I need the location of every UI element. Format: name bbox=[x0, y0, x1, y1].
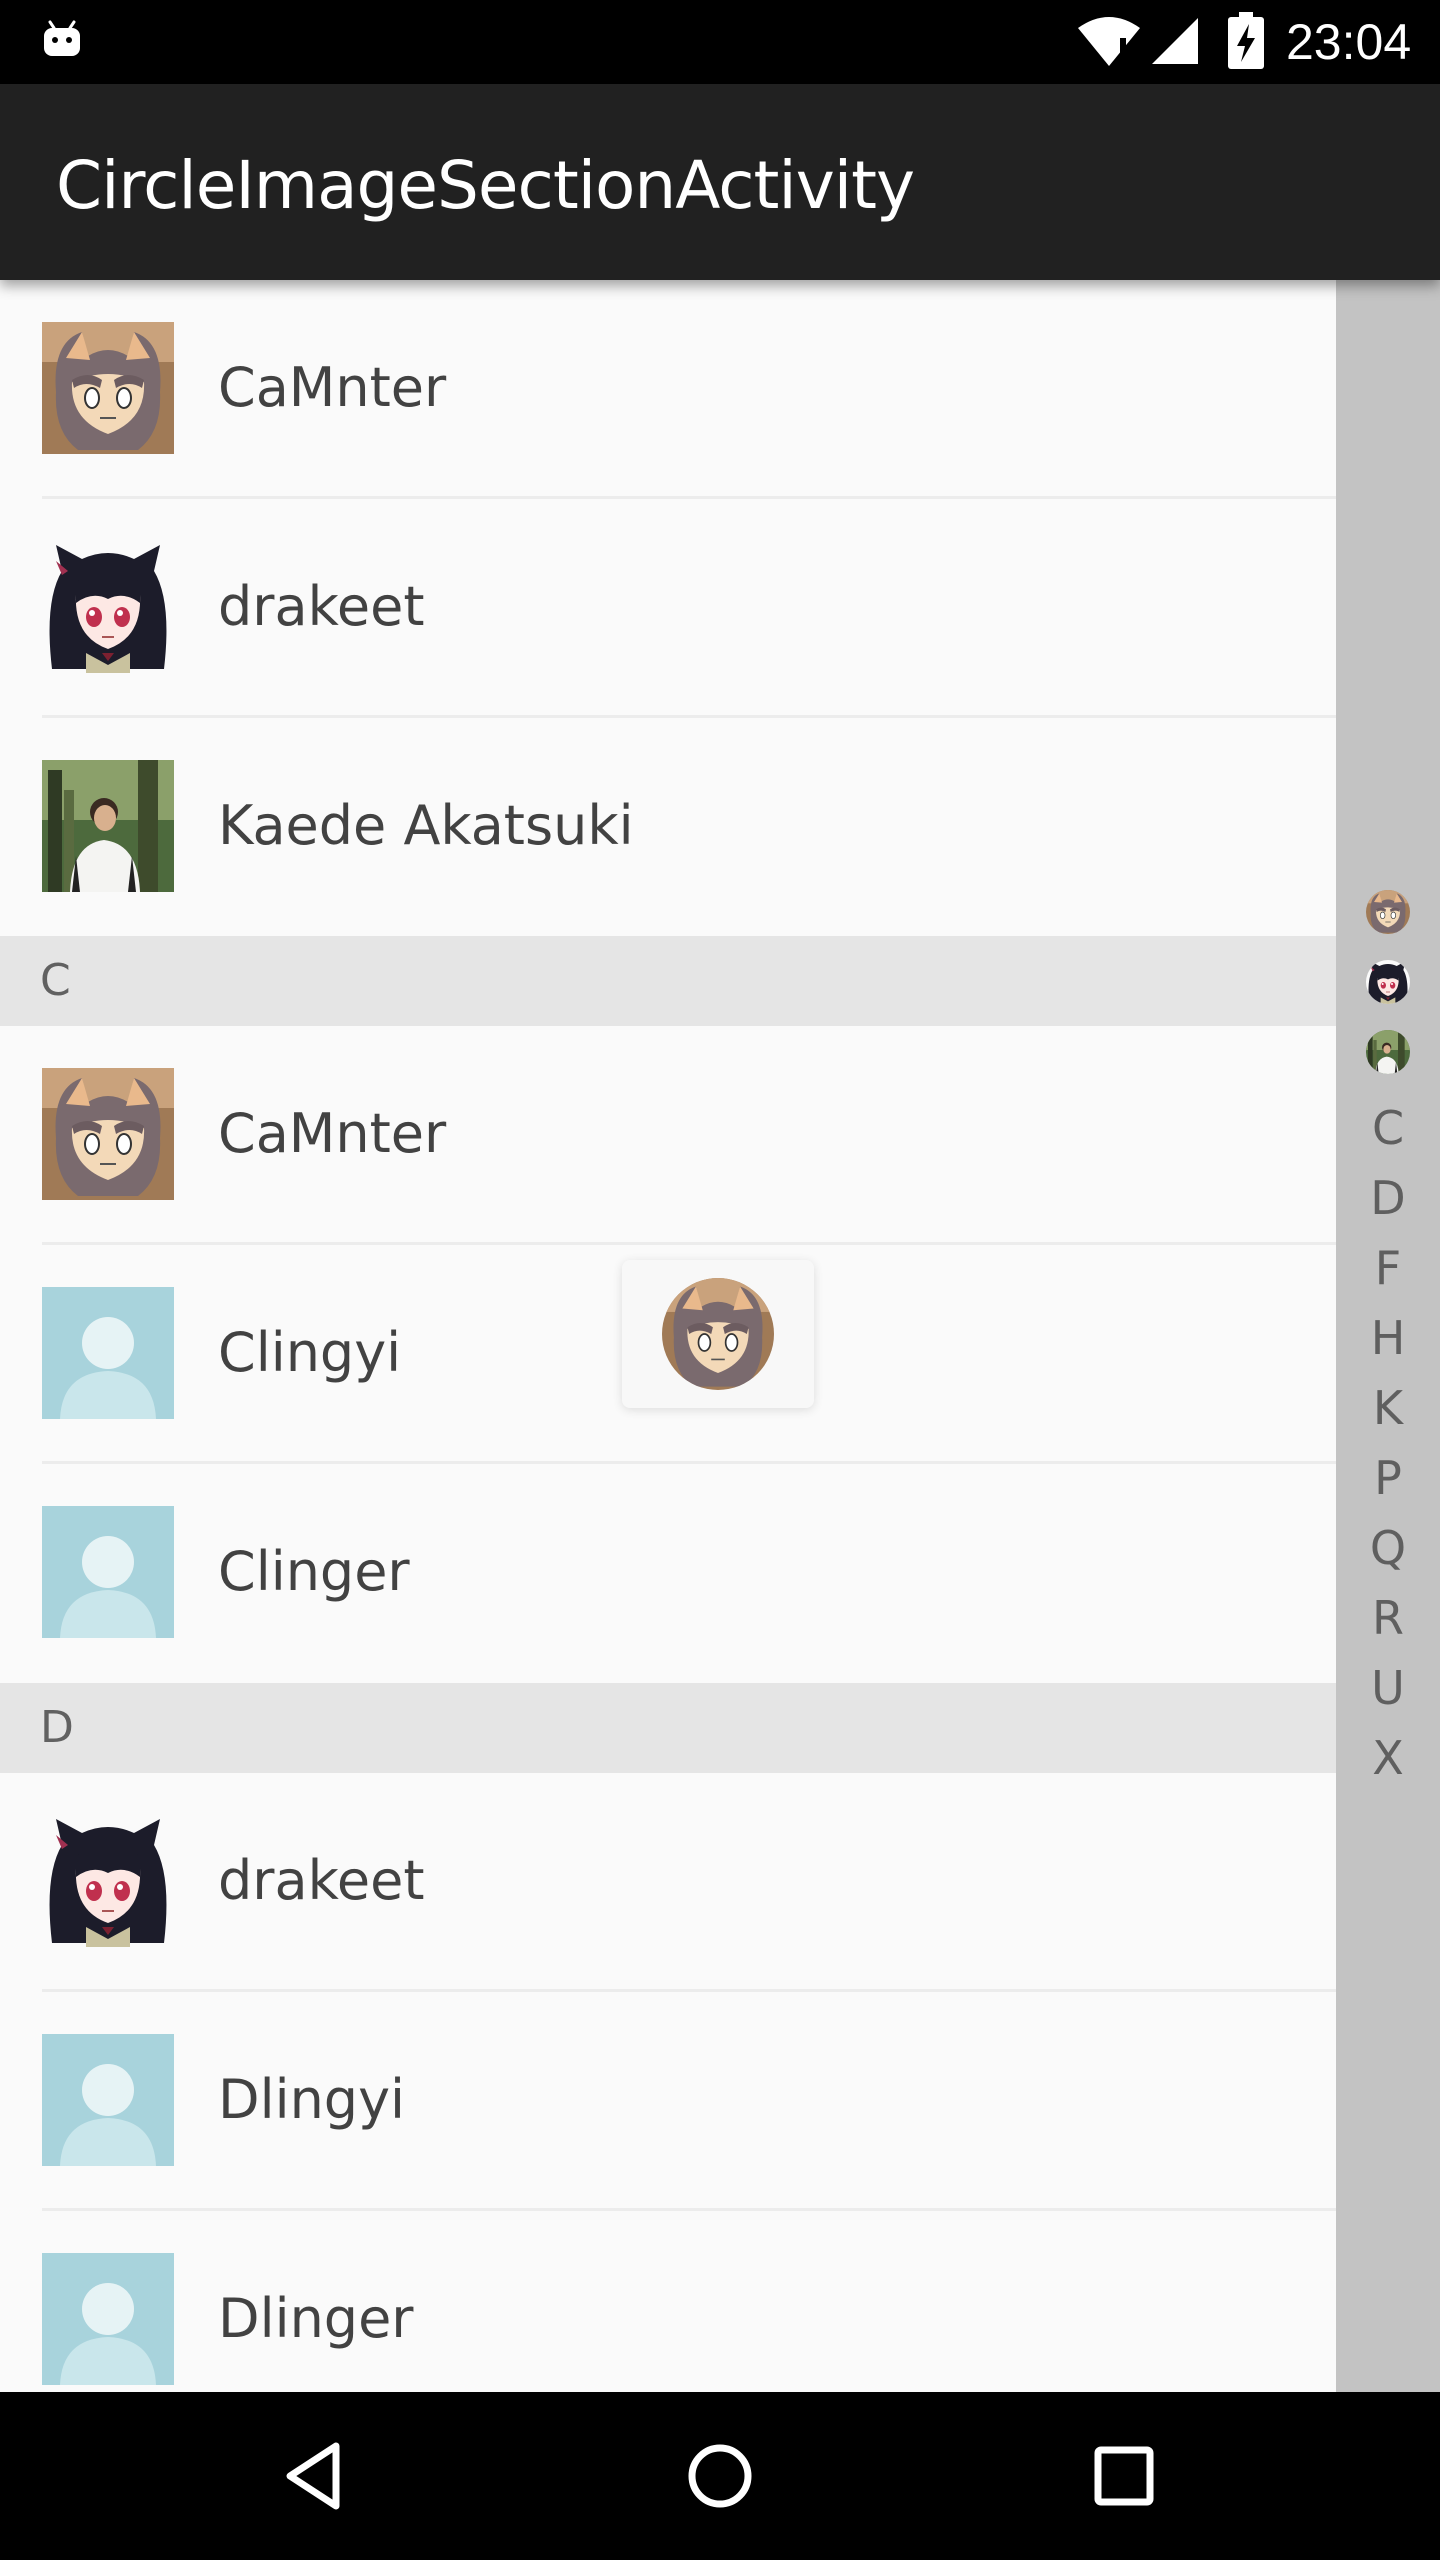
home-icon bbox=[688, 2444, 752, 2508]
contact-name: CaMnter bbox=[218, 356, 447, 419]
section-index-bar[interactable]: C D F H K P Q R U X bbox=[1336, 280, 1440, 2392]
contact-name: Kaede Akatsuki bbox=[218, 794, 634, 857]
list-item[interactable]: drakeet bbox=[0, 499, 1336, 718]
index-letter-h[interactable]: H bbox=[1336, 1308, 1440, 1368]
cat-girl-avatar bbox=[662, 1278, 774, 1390]
back-icon bbox=[286, 2442, 340, 2510]
contact-name: CaMnter bbox=[218, 1102, 447, 1165]
index-letter-c[interactable]: C bbox=[1336, 1098, 1440, 1158]
contact-name: drakeet bbox=[218, 1849, 425, 1912]
contact-name: drakeet bbox=[218, 575, 425, 638]
list-item[interactable]: CaMnter bbox=[0, 280, 1336, 499]
contact-name: Dlingyi bbox=[218, 2068, 406, 2131]
android-notification-icon bbox=[42, 16, 82, 60]
index-photo-person-avatar[interactable] bbox=[1366, 1030, 1410, 1074]
signal-icon bbox=[1150, 16, 1200, 66]
index-letter-d[interactable]: D bbox=[1336, 1168, 1440, 1228]
list-item[interactable]: Kaede Akatsuki bbox=[0, 718, 1336, 937]
index-preview-popup bbox=[622, 1260, 814, 1408]
index-cat-girl-avatar[interactable] bbox=[1366, 890, 1410, 934]
contact-name: Clinger bbox=[218, 1540, 410, 1603]
status-time: 23:04 bbox=[1286, 14, 1412, 70]
contact-name: Clingyi bbox=[218, 1321, 402, 1384]
photo-person-avatar bbox=[42, 760, 174, 892]
list-item[interactable]: Dlinger bbox=[0, 2211, 1336, 2392]
default-person-avatar bbox=[42, 1287, 174, 1419]
index-black-hair-girl-avatar[interactable] bbox=[1366, 960, 1410, 1004]
section-letter: D bbox=[40, 1702, 74, 1753]
section-letter: C bbox=[40, 955, 71, 1006]
list-item[interactable]: Dlingyi bbox=[0, 1992, 1336, 2211]
index-letter-u[interactable]: U bbox=[1336, 1658, 1440, 1718]
status-bar: 23:04 bbox=[0, 0, 1440, 84]
cat-girl-avatar bbox=[42, 1068, 174, 1200]
battery-charging-icon bbox=[1226, 12, 1266, 70]
index-letter-x[interactable]: X bbox=[1336, 1728, 1440, 1788]
home-button[interactable] bbox=[680, 2436, 760, 2516]
contact-name: Dlinger bbox=[218, 2287, 414, 2350]
default-person-avatar bbox=[42, 2253, 174, 2385]
recents-button[interactable] bbox=[1084, 2436, 1164, 2516]
section-header-c: C bbox=[0, 936, 1336, 1026]
black-hair-girl-avatar bbox=[42, 1815, 174, 1947]
list-item[interactable]: CaMnter bbox=[0, 1026, 1336, 1245]
navigation-bar bbox=[0, 2392, 1440, 2560]
recents-icon bbox=[1094, 2446, 1154, 2506]
black-hair-girl-avatar bbox=[42, 541, 174, 673]
list-item[interactable]: drakeet bbox=[0, 1773, 1336, 1992]
index-letter-p[interactable]: P bbox=[1336, 1448, 1440, 1508]
toolbar-title: CircleImageSectionActivity bbox=[56, 147, 915, 224]
section-header-d: D bbox=[0, 1683, 1336, 1773]
index-letter-k[interactable]: K bbox=[1336, 1378, 1440, 1438]
index-letter-f[interactable]: F bbox=[1336, 1238, 1440, 1298]
wifi-icon bbox=[1076, 14, 1142, 68]
index-letter-r[interactable]: R bbox=[1336, 1588, 1440, 1648]
index-letter-q[interactable]: Q bbox=[1336, 1518, 1440, 1578]
default-person-avatar bbox=[42, 1506, 174, 1638]
back-button[interactable] bbox=[276, 2436, 356, 2516]
cat-girl-avatar bbox=[42, 322, 174, 454]
app-toolbar: CircleImageSectionActivity bbox=[0, 84, 1440, 280]
list-item[interactable]: Clinger bbox=[0, 1464, 1336, 1683]
default-person-avatar bbox=[42, 2034, 174, 2166]
